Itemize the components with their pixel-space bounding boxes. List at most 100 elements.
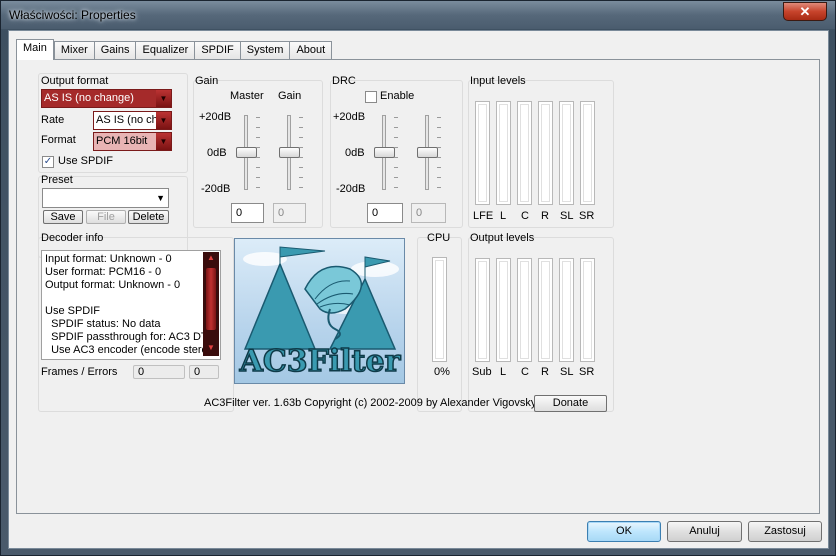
slider-tick <box>394 137 398 138</box>
logo-text: AC3Filter <box>239 344 402 379</box>
gain-slider-thumb[interactable] <box>279 146 300 158</box>
output-meter-sl <box>559 258 574 362</box>
output-meter-r <box>538 258 553 362</box>
drc-label: DRC <box>332 75 356 87</box>
input-channel-r: R <box>541 210 549 222</box>
drc-value2-field[interactable]: 0 <box>411 203 446 223</box>
input-meter-r <box>538 101 553 205</box>
cpu-value: 0% <box>434 366 450 378</box>
scrollbar-thumb[interactable] <box>206 268 216 330</box>
gain-value-field[interactable]: 0 <box>273 203 306 223</box>
output-meter-sub <box>475 258 490 362</box>
ac3filter-logo: AC3Filter <box>234 238 405 384</box>
slider-tick <box>299 157 303 158</box>
decoder-line: SPDIF passthrough for: AC3 DTS <box>45 331 215 343</box>
input-meter-sl <box>559 101 574 205</box>
input-channel-lfe: LFE <box>473 210 494 222</box>
slider-tick <box>299 147 303 148</box>
slider-tick <box>394 157 398 158</box>
preset-label: Preset <box>41 174 73 186</box>
tab-mixer[interactable]: Mixer <box>53 41 94 60</box>
output-meter-c <box>517 258 532 362</box>
output-levels-label: Output levels <box>470 232 535 244</box>
output-format-select[interactable]: AS IS (no change) ▼ <box>41 89 172 108</box>
decoder-line: Input format: Unknown - 0 <box>45 253 172 265</box>
cpu-label: CPU <box>427 232 451 244</box>
file-preset-button[interactable]: File <box>86 210 126 224</box>
slider-tick <box>437 157 441 158</box>
decoder-line: Use SPDIF <box>45 305 101 317</box>
slider-tick <box>299 177 303 178</box>
drc-zero-label: 0dB <box>345 147 365 159</box>
master-slider-thumb[interactable] <box>236 146 257 158</box>
slider-tick <box>256 157 260 158</box>
gain-label: Gain <box>278 90 302 102</box>
slider-tick <box>299 127 303 128</box>
slider-tick <box>437 167 441 168</box>
slider-tick <box>256 147 260 148</box>
preset-combobox[interactable]: ▼ <box>42 188 169 208</box>
input-channel-l: L <box>500 210 507 222</box>
window-title: Właściwości: Properties <box>9 8 136 22</box>
ok-button[interactable]: OK <box>587 521 661 542</box>
cpu-meter <box>432 257 447 362</box>
drc-value1-field[interactable]: 0 <box>367 203 403 223</box>
slider-tick <box>299 117 303 118</box>
scroll-down-icon[interactable]: ▼ <box>203 343 219 355</box>
slider-tick <box>299 137 303 138</box>
cancel-button[interactable]: Anuluj <box>667 521 742 542</box>
decoder-scrollbar[interactable]: ▲ ▼ <box>203 252 219 356</box>
delete-preset-button[interactable]: Delete <box>128 210 169 224</box>
tab-main[interactable]: Main <box>16 39 54 60</box>
format-select[interactable]: PCM 16bit ▼ <box>93 132 172 151</box>
donate-button[interactable]: Donate <box>534 395 607 412</box>
output-channel-r: R <box>541 366 549 378</box>
format-label: Format <box>41 134 76 146</box>
tab-system[interactable]: System <box>239 41 290 60</box>
drc-slider1-thumb[interactable] <box>374 146 395 158</box>
rate-value: AS IS (no ch <box>96 114 158 126</box>
tab-about[interactable]: About <box>289 41 333 60</box>
decoder-info-label: Decoder info <box>41 232 104 244</box>
scroll-up-icon[interactable]: ▲ <box>203 253 219 265</box>
decoder-line: Output format: Unknown - 0 <box>45 279 181 291</box>
properties-window: Właściwości: Properties ✕ Main Mixer Gai… <box>0 0 836 556</box>
slider-tick <box>394 167 398 168</box>
master-value-field[interactable]: 0 <box>231 203 264 223</box>
title-bar[interactable]: Właściwości: Properties ✕ <box>1 1 835 29</box>
slider-tick <box>299 187 303 188</box>
output-meter-sr <box>580 258 595 362</box>
save-preset-button[interactable]: Save <box>43 210 83 224</box>
slider-tick <box>256 137 260 138</box>
use-spdif-checkbox[interactable]: ✓ <box>42 156 54 168</box>
drc-enable-label: Enable <box>380 90 415 102</box>
decoder-line: SPDIF status: No data <box>45 318 161 330</box>
slider-tick <box>394 117 398 118</box>
decoder-info-text[interactable]: Input format: Unknown - 0 User format: P… <box>41 250 221 360</box>
gain-minus20-label: -20dB <box>201 183 231 195</box>
copyright-text: AC3Filter ver. 1.63b Copyright (c) 2002-… <box>204 397 537 409</box>
logo-image: AC3Filter <box>238 246 402 380</box>
decoder-line: User format: PCM16 - 0 <box>45 266 162 278</box>
drc-slider2-thumb[interactable] <box>417 146 438 158</box>
rate-select[interactable]: AS IS (no ch ▼ <box>93 111 172 130</box>
use-spdif-label: Use SPDIF <box>58 155 114 167</box>
tab-equalizer[interactable]: Equalizer <box>135 41 195 60</box>
dialog-client-area: Main Mixer Gains Equalizer SPDIF System … <box>8 30 829 549</box>
tab-gains[interactable]: Gains <box>93 41 136 60</box>
drc-enable-checkbox[interactable] <box>365 91 377 103</box>
chevron-down-icon: ▼ <box>156 112 171 129</box>
frames-field: 0 <box>133 365 185 379</box>
tab-spdif[interactable]: SPDIF <box>194 41 240 60</box>
output-channel-sub: Sub <box>472 366 492 378</box>
slider-tick <box>437 177 441 178</box>
input-levels-label: Input levels <box>470 75 526 87</box>
input-channel-sr: SR <box>579 210 595 222</box>
slider-tick <box>256 167 260 168</box>
slider-tick <box>437 187 441 188</box>
rate-label: Rate <box>41 114 65 126</box>
slider-tick <box>394 177 398 178</box>
apply-button[interactable]: Zastosuj <box>748 521 822 542</box>
close-button[interactable]: ✕ <box>783 2 827 21</box>
slider-tick <box>437 137 441 138</box>
